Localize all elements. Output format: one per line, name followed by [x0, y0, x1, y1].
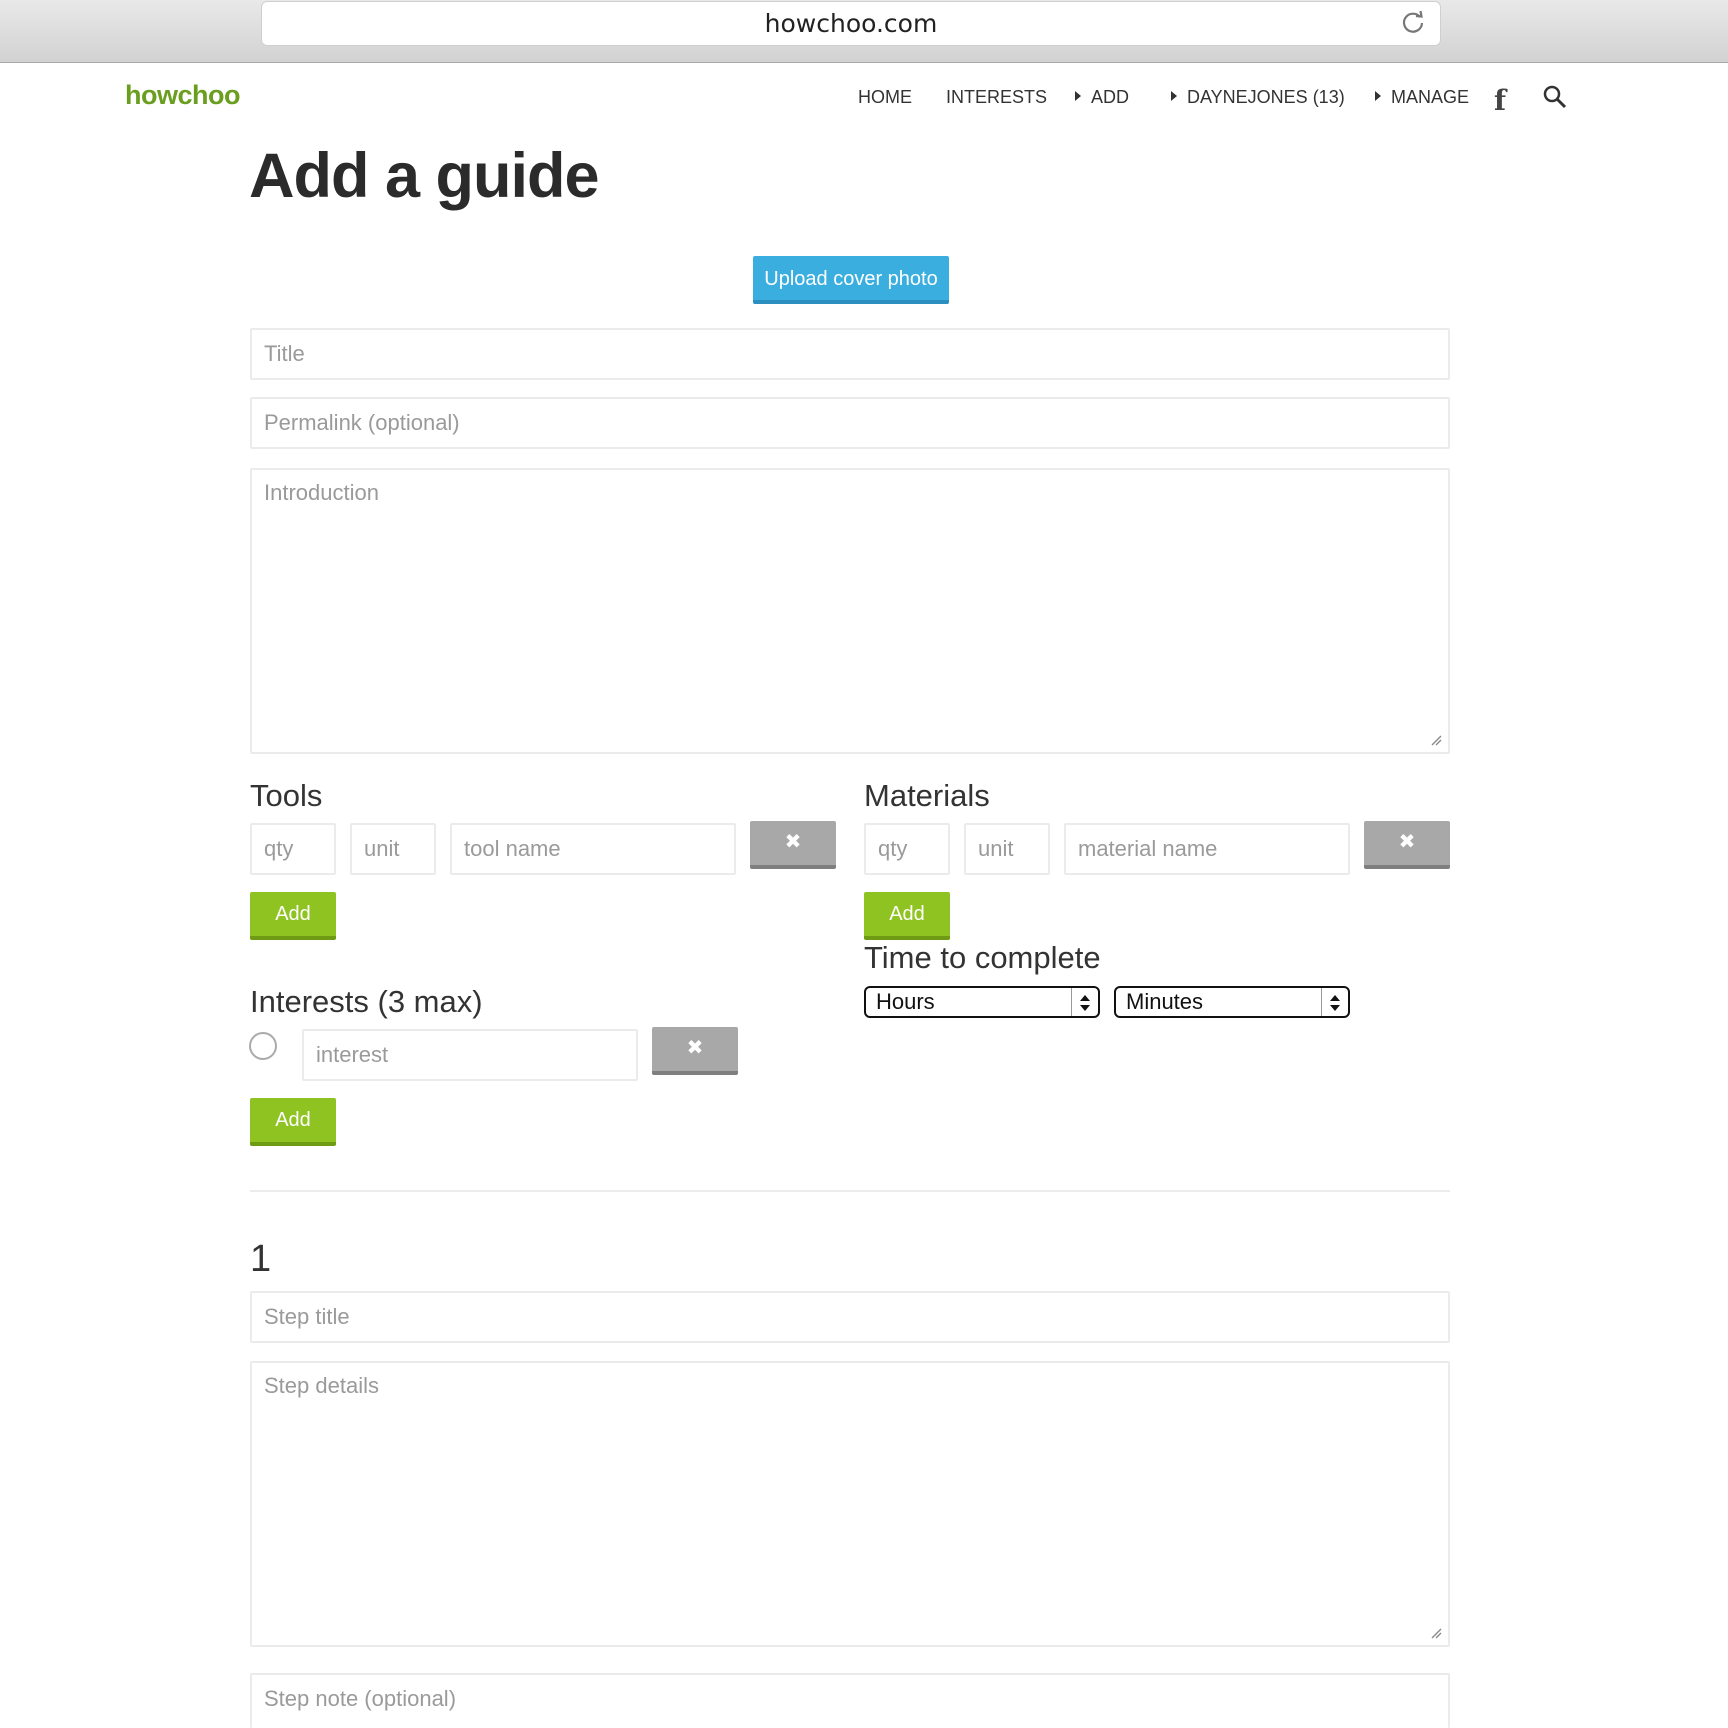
title-input[interactable]: Title [250, 328, 1450, 380]
materials-heading: Materials [864, 778, 990, 813]
introduction-placeholder: Introduction [264, 480, 379, 505]
add-tool-button[interactable]: Add [250, 892, 336, 940]
caret-right-icon [1075, 91, 1081, 101]
nav-interests[interactable]: INTERESTS [946, 87, 1047, 108]
interests-heading: Interests (3 max) [250, 984, 483, 1019]
page-title: Add a guide [249, 141, 599, 211]
caret-right-icon [1171, 91, 1177, 101]
material-qty-input[interactable]: qty [864, 823, 950, 875]
tools-heading: Tools [250, 778, 323, 813]
tool-name-input[interactable]: tool name [450, 823, 736, 875]
close-icon: ✖ [686, 1037, 704, 1059]
address-bar[interactable]: howchoo.com [261, 1, 1441, 46]
step-note-input[interactable]: Step note (optional) [250, 1673, 1450, 1728]
material-name-input[interactable]: material name [1064, 823, 1350, 875]
minutes-select[interactable]: Minutes [1114, 986, 1350, 1018]
nav-manage[interactable]: MANAGE [1375, 87, 1469, 108]
nav-add-label: ADD [1091, 87, 1130, 107]
resize-handle-icon[interactable] [1430, 1627, 1442, 1639]
add-interest-button[interactable]: Add [250, 1098, 336, 1146]
interest-input[interactable]: interest [302, 1029, 638, 1081]
step-title-input[interactable]: Step title [250, 1291, 1450, 1343]
reload-icon[interactable] [1398, 8, 1428, 38]
close-icon: ✖ [1398, 831, 1416, 853]
remove-material-button[interactable]: ✖ [1364, 821, 1450, 869]
interest-radio[interactable] [249, 1032, 277, 1060]
step-details-textarea[interactable]: Step details [250, 1361, 1450, 1647]
section-divider [250, 1190, 1450, 1192]
step-number: 1 [250, 1238, 272, 1280]
permalink-input[interactable]: Permalink (optional) [250, 397, 1450, 449]
step-details-placeholder: Step details [264, 1373, 379, 1398]
material-unit-input[interactable]: unit [964, 823, 1050, 875]
remove-tool-button[interactable]: ✖ [750, 821, 836, 869]
introduction-textarea[interactable]: Introduction [250, 468, 1450, 754]
close-icon: ✖ [784, 831, 802, 853]
hours-select[interactable]: Hours [864, 986, 1100, 1018]
nav-add[interactable]: ADD [1075, 87, 1129, 108]
site-logo[interactable]: howchoo [125, 80, 240, 111]
add-material-button[interactable]: Add [864, 892, 950, 940]
facebook-icon[interactable]: f [1494, 84, 1506, 117]
search-icon[interactable] [1542, 84, 1568, 110]
resize-handle-icon[interactable] [1430, 734, 1442, 746]
nav-manage-label: MANAGE [1391, 87, 1470, 107]
select-arrows-icon [1071, 988, 1098, 1016]
remove-interest-button[interactable]: ✖ [652, 1027, 738, 1075]
time-to-complete-heading: Time to complete [864, 940, 1101, 975]
upload-cover-photo-button[interactable]: Upload cover photo [753, 256, 949, 304]
minutes-select-value: Minutes [1126, 989, 1204, 1014]
nav-home[interactable]: HOME [858, 87, 912, 108]
caret-right-icon [1375, 91, 1381, 101]
hours-select-value: Hours [876, 989, 935, 1014]
nav-user[interactable]: DAYNEJONES (13) [1171, 87, 1345, 108]
tool-unit-input[interactable]: unit [350, 823, 436, 875]
select-arrows-icon [1321, 988, 1348, 1016]
tool-qty-input[interactable]: qty [250, 823, 336, 875]
nav-user-label: DAYNEJONES (13) [1187, 87, 1345, 107]
